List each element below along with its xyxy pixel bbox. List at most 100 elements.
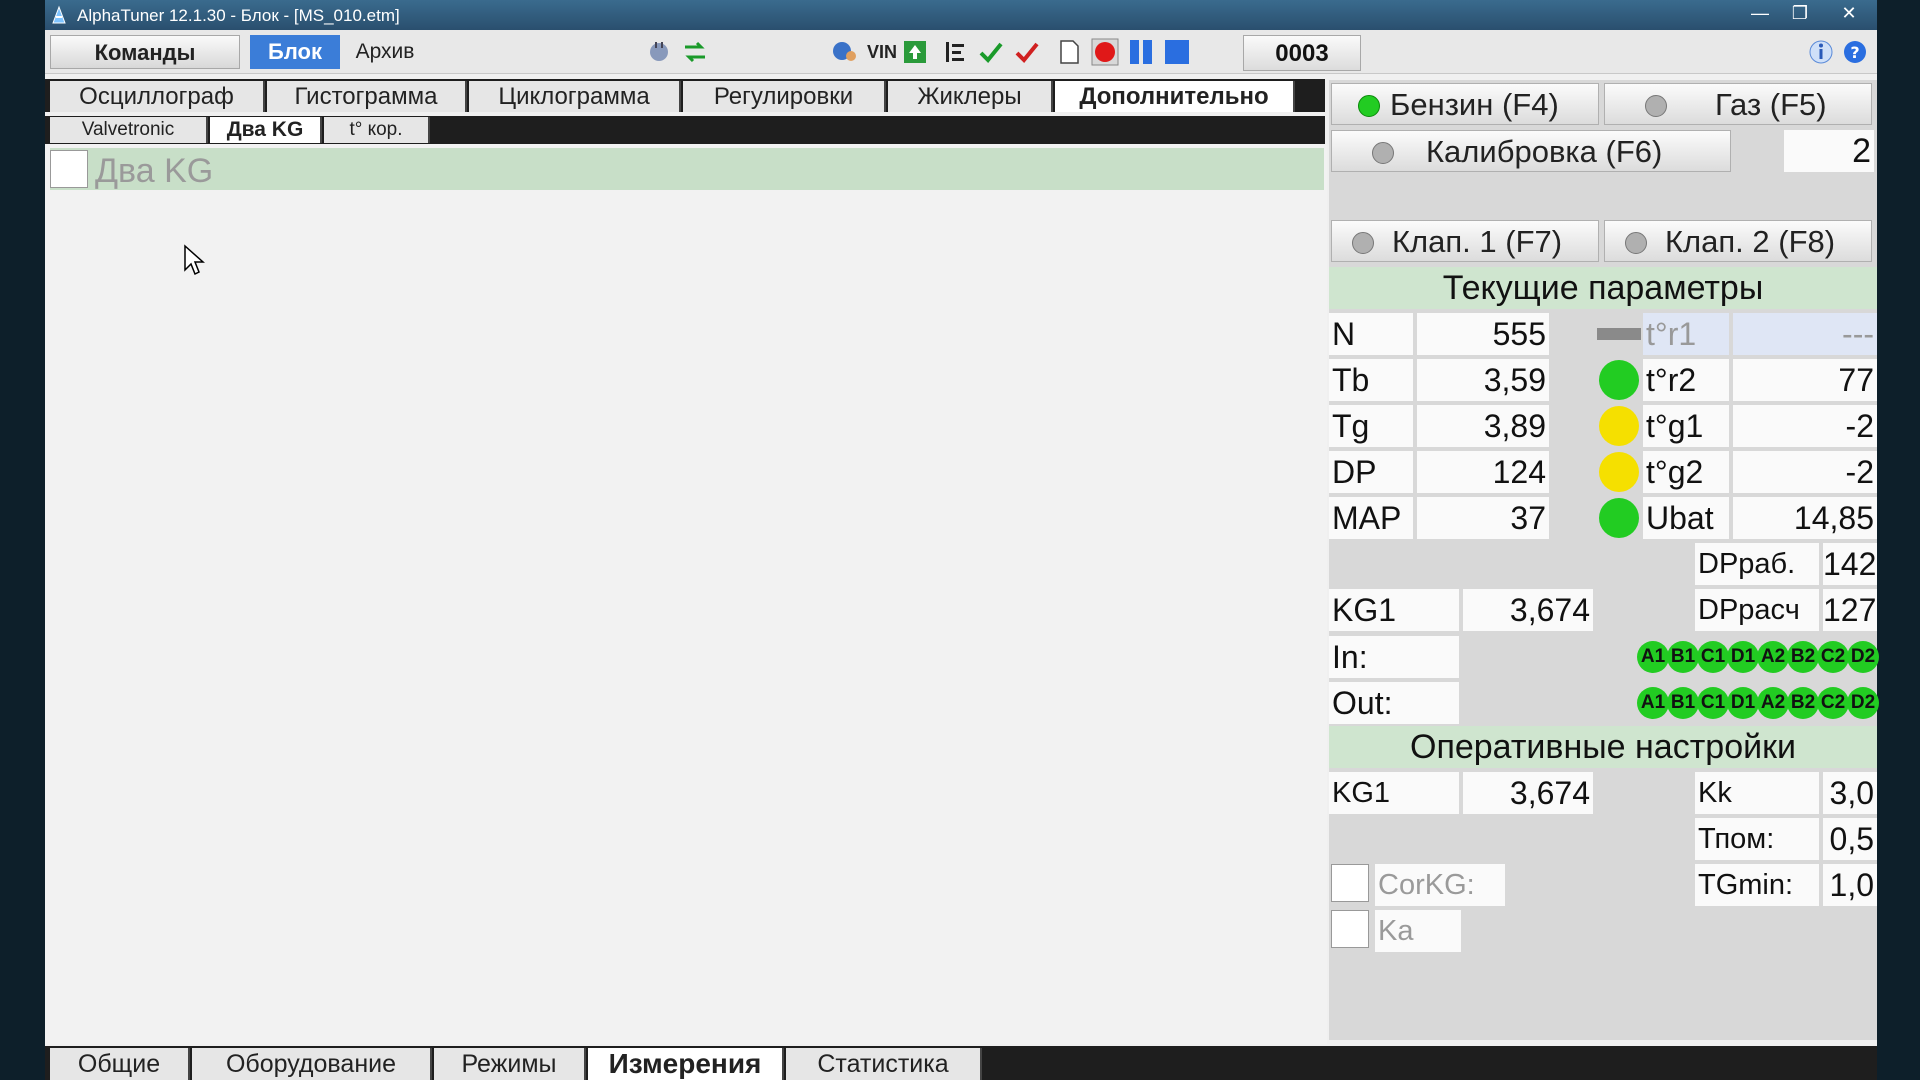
calibration-label: Калибровка (F6) — [1426, 134, 1663, 169]
upload-icon[interactable] — [901, 38, 929, 66]
param-value: 77 — [1733, 359, 1877, 401]
in-label: In: — [1329, 636, 1459, 678]
param-value: -2 — [1733, 405, 1877, 447]
op-kg1-label: KG1 — [1329, 772, 1459, 814]
counter-display: 0003 — [1243, 35, 1361, 71]
petrol-status-icon — [1358, 95, 1380, 117]
globe-person-icon[interactable] — [831, 38, 859, 66]
calibration-mode-button[interactable]: Калибровка (F6) — [1331, 130, 1731, 172]
tab-histogram[interactable]: Гистограмма — [267, 81, 467, 112]
param-label: Ubat — [1643, 497, 1729, 539]
tab-two-kg[interactable]: Два KG — [210, 117, 322, 143]
valve1-button[interactable]: Клап. 1 (F7) — [1331, 220, 1599, 262]
dp-work-label: DPраб. — [1695, 543, 1819, 585]
gas-status-icon — [1645, 95, 1667, 117]
current-params-title: Текущие параметры — [1329, 267, 1877, 309]
status-led-green — [1599, 498, 1639, 538]
kk-label: Kk — [1695, 772, 1819, 814]
stop-icon[interactable] — [1163, 38, 1191, 66]
injector-led: A2 — [1757, 687, 1789, 719]
injectors-in: A1 B1 C1 D1 A2 B2 C2 D2 — [1637, 641, 1879, 673]
kg1-value: 3,674 — [1463, 589, 1593, 631]
petrol-mode-button[interactable]: Бензин (F4) — [1331, 83, 1599, 125]
tab-modes[interactable]: Режимы — [434, 1048, 586, 1080]
list-icon[interactable] — [941, 38, 969, 66]
injector-led: D1 — [1727, 687, 1759, 719]
param-label: t°r1 — [1643, 313, 1729, 355]
block-tab[interactable]: Блок — [250, 35, 340, 69]
tab-jets[interactable]: Жиклеры — [888, 81, 1053, 112]
op-kg1-input[interactable]: 3,674 — [1463, 772, 1593, 814]
tab-general[interactable]: Общие — [50, 1048, 190, 1080]
vin-icon[interactable]: VIN — [867, 38, 897, 66]
tpom-label: Тпом: — [1695, 818, 1819, 860]
injector-led: B1 — [1667, 687, 1699, 719]
tab-adjustments[interactable]: Регулировки — [683, 81, 886, 112]
check-icon[interactable] — [977, 38, 1005, 66]
valve2-status-icon — [1625, 232, 1647, 254]
status-led-green — [1599, 360, 1639, 400]
dp-calc-value: 127 — [1823, 589, 1877, 631]
tab-equipment[interactable]: Оборудование — [192, 1048, 432, 1080]
gas-mode-button[interactable]: Газ (F5) — [1604, 83, 1872, 125]
sensor-disabled-indicator — [1597, 328, 1641, 340]
window-title: AlphaTuner 12.1.30 - Блок - [MS_010.etm] — [77, 6, 400, 25]
out-label: Out: — [1329, 682, 1459, 724]
param-label: Tb — [1329, 359, 1413, 401]
main-tabs: Осциллограф Гистограмма Циклограмма Регу… — [45, 79, 1325, 112]
tab-statistics[interactable]: Статистика — [786, 1048, 982, 1080]
injector-led: B2 — [1787, 641, 1819, 673]
status-led-yellow — [1599, 452, 1639, 492]
param-label: Tg — [1329, 405, 1413, 447]
param-value: 124 — [1417, 451, 1549, 493]
tab-oscilloscope[interactable]: Осциллограф — [50, 81, 265, 112]
injector-led: C1 — [1697, 687, 1729, 719]
param-label: t°g1 — [1643, 405, 1729, 447]
param-value: 3,59 — [1417, 359, 1549, 401]
bottom-tabs: Общие Оборудование Режимы Измерения Стат… — [45, 1046, 1877, 1080]
record-icon[interactable] — [1091, 38, 1119, 66]
valve2-button[interactable]: Клап. 2 (F8) — [1604, 220, 1872, 262]
tgmin-input[interactable]: 1,0 — [1823, 864, 1877, 906]
content-area: Два KG — [45, 144, 1327, 1044]
ka-checkbox[interactable] — [1331, 910, 1369, 948]
archive-tab[interactable]: Архив — [345, 35, 425, 69]
minimize-icon[interactable]: — — [1741, 0, 1779, 26]
two-kg-checkbox[interactable] — [50, 150, 88, 188]
tab-additional[interactable]: Дополнительно — [1055, 81, 1295, 112]
param-value: --- — [1733, 313, 1877, 355]
commands-button[interactable]: Команды — [50, 35, 240, 69]
tpom-input[interactable]: 0,5 — [1823, 818, 1877, 860]
valve1-status-icon — [1352, 232, 1374, 254]
injector-led: D2 — [1847, 641, 1879, 673]
page-icon[interactable] — [1055, 38, 1083, 66]
injector-led: B2 — [1787, 687, 1819, 719]
tab-measurements[interactable]: Измерения — [588, 1048, 784, 1080]
injector-led: A2 — [1757, 641, 1789, 673]
kk-input[interactable]: 3,0 — [1823, 772, 1877, 814]
tab-temp-correction[interactable]: t° кор. — [324, 117, 430, 143]
mouse-cursor-icon — [184, 244, 205, 276]
injector-led: C2 — [1817, 687, 1849, 719]
tab-valvetronic[interactable]: Valvetronic — [50, 117, 208, 143]
info-icon[interactable] — [1807, 38, 1835, 66]
dp-calc-label: DPрасч — [1695, 589, 1819, 631]
restore-icon[interactable]: ❐ — [1781, 0, 1819, 26]
injector-led: B1 — [1667, 641, 1699, 673]
swap-arrows-icon[interactable] — [681, 38, 709, 66]
help-icon[interactable]: ? — [1841, 38, 1869, 66]
param-label: t°r2 — [1643, 359, 1729, 401]
corkg-checkbox[interactable] — [1331, 864, 1369, 902]
pause-icon[interactable] — [1127, 38, 1155, 66]
param-value: 3,89 — [1417, 405, 1549, 447]
kg1-label: KG1 — [1329, 589, 1459, 631]
close-icon[interactable]: ✕ — [1825, 0, 1873, 26]
check-red-icon[interactable] — [1013, 38, 1041, 66]
plug-icon[interactable] — [645, 38, 673, 66]
injector-led: A1 — [1637, 641, 1669, 673]
injector-led: A1 — [1637, 687, 1669, 719]
tab-cyclogram[interactable]: Циклограмма — [469, 81, 681, 112]
operative-settings-title: Оперативные настройки — [1329, 726, 1877, 768]
param-label: t°g2 — [1643, 451, 1729, 493]
param-value: 37 — [1417, 497, 1549, 539]
